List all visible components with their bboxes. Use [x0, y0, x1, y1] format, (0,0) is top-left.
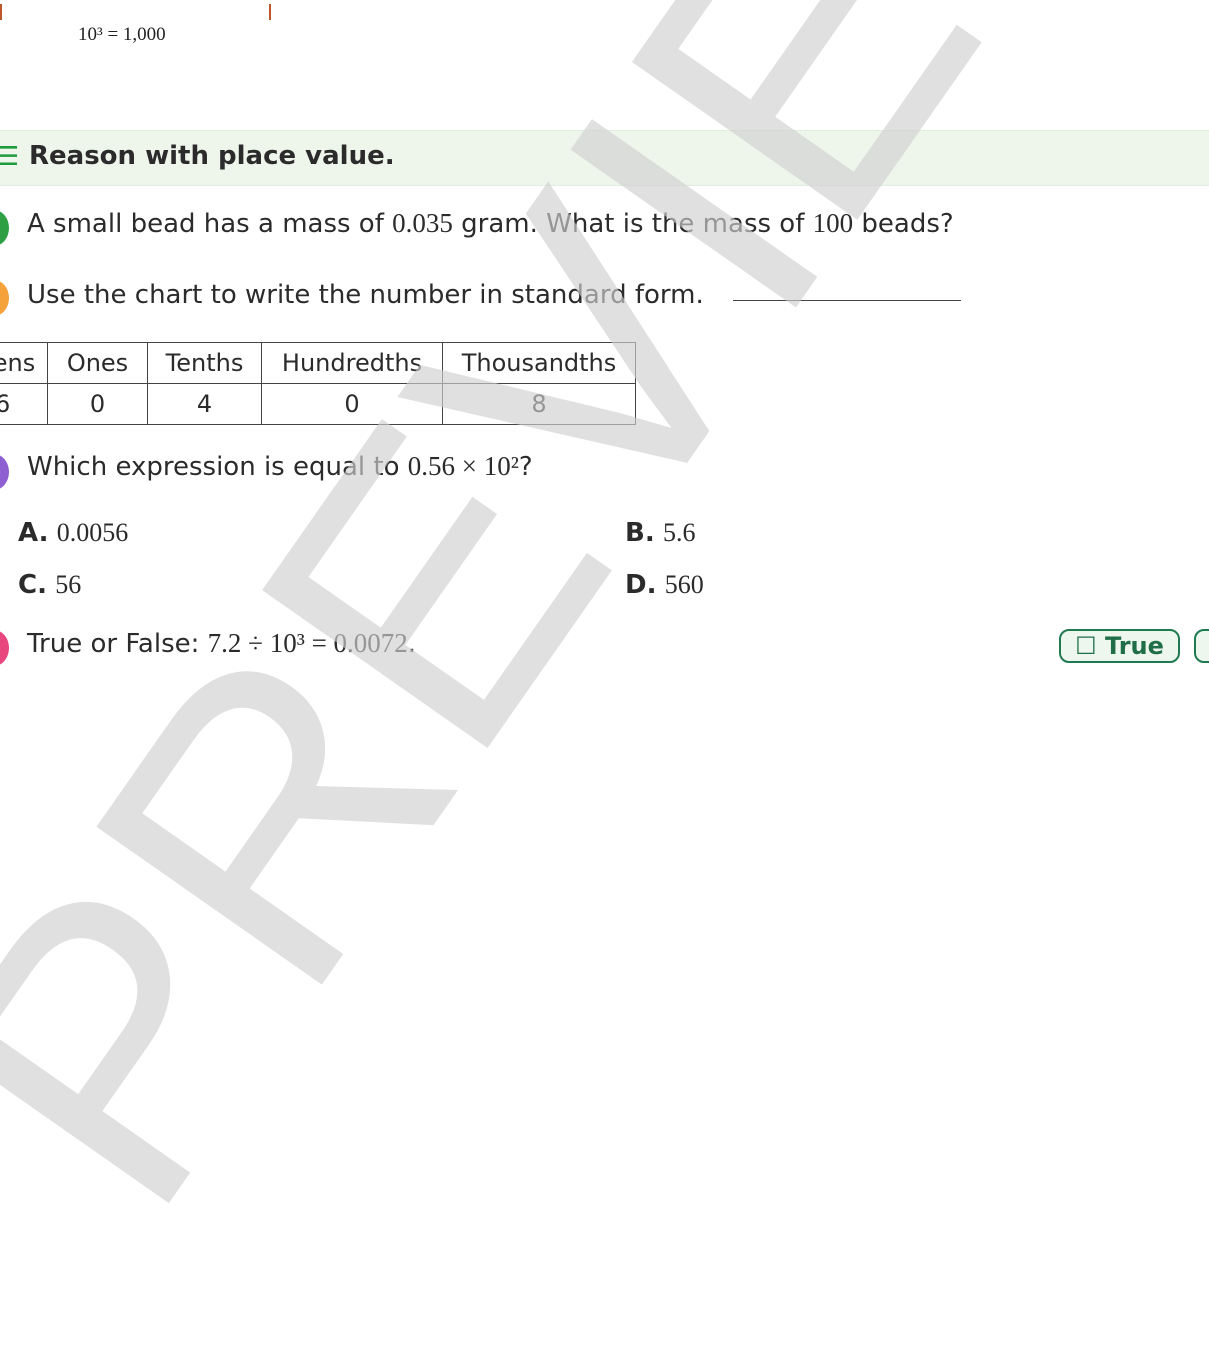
- question-1-pre: A small bead has a mass of: [27, 209, 393, 239]
- question-1-mid: gram. What is the mass of: [452, 209, 813, 239]
- answer-line[interactable]: [733, 300, 961, 301]
- question-3-text: Which expression is equal to 0.56 × 10²?: [27, 451, 533, 482]
- question-2-text: Use the chart to write the number in sta…: [27, 280, 704, 310]
- list-icon: ☰: [0, 142, 20, 172]
- question-2-marker: [0, 280, 9, 316]
- chart-header-tenths: Tenths: [147, 342, 262, 384]
- question-1-math-count: 100: [812, 208, 854, 238]
- choice-d-letter: D.: [625, 570, 657, 600]
- question-4-marker: [0, 630, 9, 666]
- question-1-marker: [0, 210, 9, 246]
- chart-value-tens: 6: [0, 383, 48, 425]
- box-edge-left: [0, 4, 2, 20]
- question-4-math: 7.2 ÷ 10³ = 0.0072: [207, 628, 408, 658]
- chart-value-ones: 0: [47, 383, 148, 425]
- choice-c-letter: C.: [18, 570, 47, 600]
- chart-header-thousandths: Thousandths: [442, 342, 636, 384]
- section-title: Reason with place value.: [29, 141, 395, 171]
- choice-c[interactable]: C. 56: [18, 570, 81, 600]
- choice-a-letter: A.: [18, 518, 49, 548]
- question-4-text: True or False: 7.2 ÷ 10³ = 0.0072.: [27, 628, 416, 659]
- question-4-post: .: [407, 629, 417, 659]
- question-1-math-mass: 0.035: [392, 208, 453, 238]
- place-value-chart: ens Ones Tenths Hundredths Thousandths 6…: [0, 342, 636, 425]
- question-3-post: ?: [518, 452, 533, 482]
- false-button-partial[interactable]: [1194, 629, 1209, 663]
- chart-header-tens: ens: [0, 342, 48, 384]
- chart-value-hundredths: 0: [261, 383, 443, 425]
- chart-value-row: 6 0 4 0 8: [0, 383, 636, 425]
- question-1-post: beads?: [853, 209, 954, 239]
- choice-d[interactable]: D. 560: [625, 570, 704, 600]
- chart-header-hundredths: Hundredths: [261, 342, 443, 384]
- choice-b[interactable]: B. 5.6: [625, 518, 695, 548]
- top-equation: 10³ = 1,000: [78, 24, 166, 45]
- choice-d-value: 560: [664, 570, 704, 599]
- question-1-text: A small bead has a mass of 0.035 gram. W…: [27, 208, 954, 239]
- choice-a-value: 0.0056: [56, 518, 129, 547]
- choice-b-value: 5.6: [662, 518, 696, 547]
- chart-header-ones: Ones: [47, 342, 148, 384]
- chart-value-thousandths: 8: [442, 383, 636, 425]
- question-3-marker: [0, 454, 9, 490]
- chart-value-tenths: 4: [147, 383, 262, 425]
- choice-b-letter: B.: [625, 518, 655, 548]
- watermark: PREVIEW: [0, 0, 1209, 1279]
- box-edge-right: [269, 4, 271, 20]
- choice-a[interactable]: A. 0.0056: [18, 518, 128, 548]
- question-3-pre: Which expression is equal to: [27, 452, 408, 482]
- choice-c-value: 56: [55, 570, 82, 599]
- question-3-math: 0.56 × 10²: [407, 451, 519, 481]
- question-4-pre: True or False:: [27, 629, 208, 659]
- chart-header-row: ens Ones Tenths Hundredths Thousandths: [0, 342, 636, 384]
- true-button[interactable]: ☐ True: [1059, 629, 1180, 663]
